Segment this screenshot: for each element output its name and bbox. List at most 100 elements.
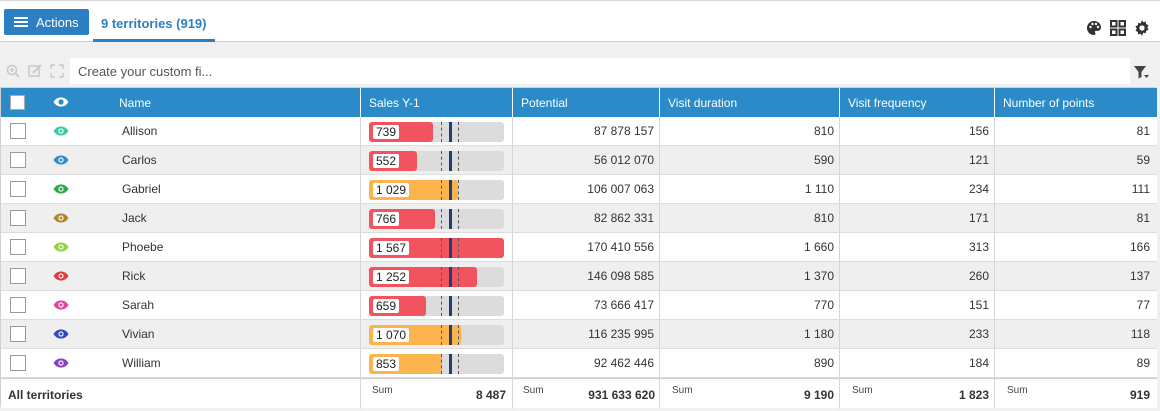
tab-territories[interactable]: 9 territories (919) xyxy=(93,9,215,42)
points-value: 118 xyxy=(1130,327,1150,341)
custom-filter-input[interactable] xyxy=(70,58,1130,84)
header-number-of-points[interactable]: Number of points xyxy=(995,88,1157,117)
visit-duration-value: 1 110 xyxy=(804,182,834,196)
points-value: 111 xyxy=(1131,182,1150,196)
table-row[interactable]: Rick 1 252 146 098 585 1 370 260 137 xyxy=(1,262,1157,291)
gear-icon[interactable] xyxy=(1134,20,1150,36)
zoom-in-icon[interactable] xyxy=(6,64,20,78)
grid-layout-icon[interactable] xyxy=(1110,20,1126,36)
visibility-eye-icon[interactable] xyxy=(53,155,69,165)
potential-sum: 931 633 620 xyxy=(588,388,655,402)
target-marker xyxy=(449,325,452,345)
potential-value: 146 098 585 xyxy=(587,269,654,283)
sum-label: Sum xyxy=(372,385,393,396)
sum-label: Sum xyxy=(523,385,544,396)
footer-label: All territories xyxy=(8,388,83,402)
row-checkbox[interactable] xyxy=(10,210,26,226)
table-row[interactable]: Allison 739 87 878 157 810 156 81 xyxy=(1,117,1157,146)
points-value: 166 xyxy=(1129,240,1150,254)
sales-value: 853 xyxy=(373,357,400,371)
row-checkbox[interactable] xyxy=(10,355,26,371)
visibility-eye-icon[interactable] xyxy=(53,242,69,252)
points-sum: 919 xyxy=(1129,388,1150,402)
sales-value: 659 xyxy=(373,299,400,313)
points-value: 59 xyxy=(1136,153,1150,167)
visibility-eye-icon[interactable] xyxy=(53,329,69,339)
territory-name: Allison xyxy=(122,124,158,138)
row-checkbox[interactable] xyxy=(10,326,26,342)
points-value: 89 xyxy=(1136,356,1150,370)
table-row[interactable]: Gabriel 1 029 106 007 063 1 110 234 111 xyxy=(1,175,1157,204)
points-value: 77 xyxy=(1136,298,1150,312)
territory-name: Carlos xyxy=(122,153,157,167)
visibility-eye-icon[interactable] xyxy=(53,126,69,136)
edit-icon[interactable] xyxy=(28,64,42,78)
visibility-eye-icon[interactable] xyxy=(53,184,69,194)
visit-frequency-value: 121 xyxy=(968,153,989,167)
potential-value: 56 012 070 xyxy=(593,153,654,167)
select-all-checkbox[interactable] xyxy=(10,95,25,110)
sales-value: 552 xyxy=(373,154,400,168)
visit-frequency-value: 313 xyxy=(968,240,989,254)
expand-icon[interactable] xyxy=(50,64,64,78)
visibility-eye-icon[interactable] xyxy=(53,213,69,223)
potential-value: 73 666 417 xyxy=(593,298,654,312)
sum-label: Sum xyxy=(852,385,873,396)
sales-value: 766 xyxy=(373,212,400,226)
sales-bar: 1 029 xyxy=(369,180,504,200)
target-marker xyxy=(449,267,452,287)
visit-frequency-value: 260 xyxy=(968,269,989,283)
row-checkbox[interactable] xyxy=(10,268,26,284)
row-checkbox[interactable] xyxy=(10,181,26,197)
actions-button[interactable]: Actions xyxy=(4,9,89,35)
visit-duration-value: 770 xyxy=(813,298,834,312)
target-marker xyxy=(449,238,452,258)
target-marker xyxy=(449,209,452,229)
grid-header: Name Sales Y-1 Potential Visit duration … xyxy=(1,88,1157,117)
target-marker xyxy=(449,296,452,316)
table-row[interactable]: Carlos 552 56 012 070 590 121 59 xyxy=(1,146,1157,175)
row-checkbox[interactable] xyxy=(10,239,26,255)
sales-value: 739 xyxy=(373,125,400,139)
visibility-eye-icon[interactable] xyxy=(53,358,69,368)
visibility-eye-icon[interactable] xyxy=(53,300,69,310)
table-row[interactable]: Jack 766 82 862 331 810 171 81 xyxy=(1,204,1157,233)
sales-sum: 8 487 xyxy=(475,388,506,402)
sum-label: Sum xyxy=(672,385,693,396)
visit-duration-value: 1 370 xyxy=(803,269,834,283)
sum-label: Sum xyxy=(1007,385,1028,396)
table-row[interactable]: Phoebe 1 567 170 410 556 1 660 313 166 xyxy=(1,233,1157,262)
target-marker xyxy=(449,354,452,374)
header-potential[interactable]: Potential xyxy=(513,88,660,117)
table-row[interactable]: Vivian 1 070 116 235 995 1 180 233 118 xyxy=(1,320,1157,349)
sales-bar: 1 252 xyxy=(369,267,504,287)
potential-value: 92 462 446 xyxy=(593,356,654,370)
sales-value: 1 029 xyxy=(373,183,410,197)
visibility-eye-icon[interactable] xyxy=(53,271,69,281)
header-visit-duration[interactable]: Visit duration xyxy=(660,88,840,117)
grid-footer: All territories Sum 8 487 Sum 931 633 62… xyxy=(1,378,1157,409)
table-row[interactable]: William 853 92 462 446 890 184 89 xyxy=(1,349,1157,378)
sales-value: 1 567 xyxy=(373,241,410,255)
header-visit-frequency[interactable]: Visit frequency xyxy=(840,88,995,117)
filter-bar xyxy=(0,57,1160,85)
header-name[interactable]: Name xyxy=(111,88,361,117)
header-sales[interactable]: Sales Y-1 xyxy=(361,88,513,117)
visit-frequency-value: 233 xyxy=(968,327,989,341)
top-bar: Actions 9 territories (919) xyxy=(0,0,1160,42)
palette-icon[interactable] xyxy=(1086,20,1102,36)
row-checkbox[interactable] xyxy=(10,152,26,168)
sales-value: 1 252 xyxy=(373,270,410,284)
territory-name: Rick xyxy=(122,269,146,283)
row-checkbox[interactable] xyxy=(10,297,26,313)
target-marker xyxy=(449,180,452,200)
target-marker xyxy=(449,151,452,171)
territory-name: William xyxy=(122,356,161,370)
potential-value: 106 007 063 xyxy=(587,182,654,196)
territory-name: Gabriel xyxy=(122,182,161,196)
sales-bar: 1 070 xyxy=(369,325,504,345)
row-checkbox[interactable] xyxy=(10,123,26,139)
visibility-eye-icon[interactable] xyxy=(53,97,69,107)
filter-funnel-icon[interactable] xyxy=(1133,64,1149,80)
table-row[interactable]: Sarah 659 73 666 417 770 151 77 xyxy=(1,291,1157,320)
